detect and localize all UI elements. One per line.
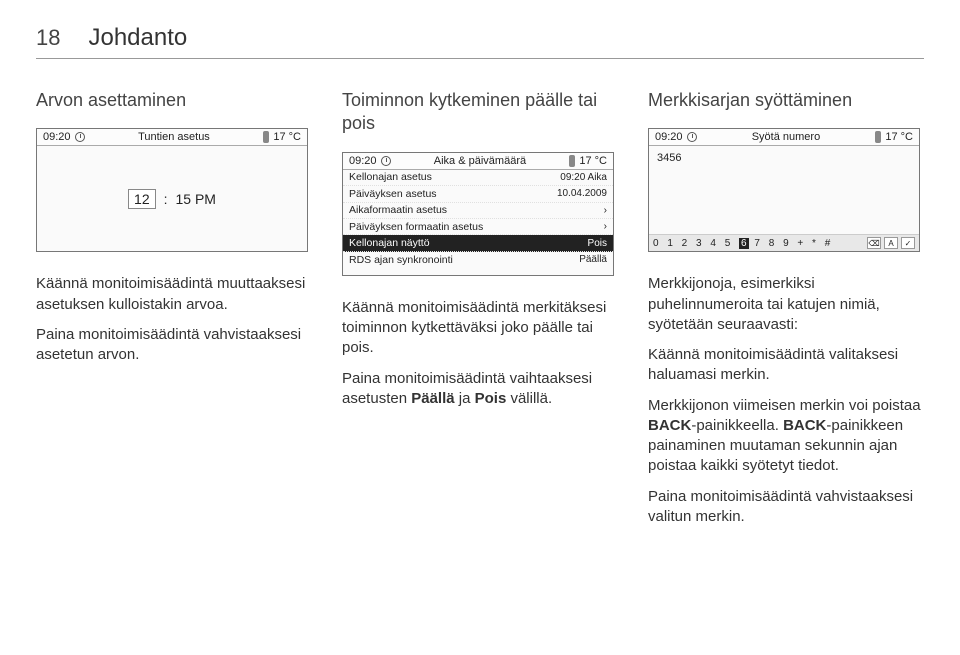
section-title: Johdanto (88, 24, 187, 52)
screen-title: Tuntien asetus (138, 131, 210, 143)
menu-row[interactable]: Kellonajan näyttö Pois (343, 235, 613, 251)
screen-title: Syötä numero (752, 131, 820, 143)
clock-time: 09:20 (43, 131, 71, 143)
abc-icon[interactable]: A (884, 237, 898, 249)
clock-time: 09:20 (349, 155, 377, 167)
clock-time: 09:20 (655, 131, 683, 143)
col1-para1: Käännä monitoimisäädintä muuttaaksesi as… (36, 274, 312, 315)
bold-back2: BACK (783, 417, 826, 434)
col2-para1: Käännä monitoimisäädintä merkitäksesi to… (342, 298, 618, 359)
temperature: 17 °C (579, 155, 607, 167)
screen-header: 09:20 Syötä numero 17 °C (649, 129, 919, 146)
col3-para3: Merkkijonon viimeisen merkin voi poistaa… (648, 396, 924, 477)
col3-para4: Paina monitoimisäädintä vahvistaaksesi v… (648, 487, 924, 528)
time-colon: : (164, 191, 168, 207)
digits-right[interactable]: 7 8 9 + * # (754, 238, 833, 249)
menu-list: Kellonajan asetus 09:20 Aika Päiväyksen as… (343, 170, 613, 275)
col1-para2: Paina monitoimisäädintä vahvistaaksesi a… (36, 325, 312, 366)
menu-row[interactable]: Päiväyksen formaatin asetus › (343, 219, 613, 235)
menu-row-label: Päiväyksen formaatin asetus (349, 221, 483, 233)
digits-left[interactable]: 0 1 2 3 4 5 (653, 238, 733, 249)
screen-menu: 09:20 Aika & päivämäärä 17 °C Kellonajan… (342, 152, 614, 276)
hours-field[interactable]: 12 (128, 189, 156, 209)
screen-header: 09:20 Aika & päivämäärä 17 °C (343, 153, 613, 170)
menu-row-value: › (604, 221, 607, 232)
minutes-pm: 15 PM (176, 191, 216, 207)
digit-row[interactable]: 0 1 2 3 4 5 6 7 8 9 + * # (653, 238, 833, 249)
column-1: Arvon asettaminen 09:20 Tuntien asetus 1… (36, 89, 312, 537)
menu-row[interactable]: Aikaformaatin asetus › (343, 203, 613, 219)
thermometer-icon (875, 131, 881, 143)
menu-row-label: Aikaformaatin asetus (349, 204, 447, 216)
bold-back: BACK (648, 417, 691, 434)
bold-off: Pois (475, 390, 507, 407)
digit-highlight[interactable]: 6 (739, 238, 749, 249)
menu-row-value: 10.04.2009 (557, 188, 607, 199)
backspace-icon[interactable]: ⌫ (867, 237, 881, 249)
entered-number: 3456 (649, 146, 919, 164)
time-setting-row: 12 : 15 PM (37, 146, 307, 251)
page-number: 18 (36, 25, 60, 51)
menu-row-value: Päällä (579, 254, 607, 265)
menu-row[interactable]: RDS ajan synkronointi Päällä (343, 252, 613, 268)
col3-heading: Merkkisarjan syöttäminen (648, 89, 924, 112)
clock-icon (381, 156, 391, 166)
bold-on: Päällä (411, 390, 454, 407)
menu-row-value: › (604, 205, 607, 216)
header-rule (36, 58, 924, 59)
thermometer-icon (569, 155, 575, 167)
text-fragment: Merkkijonon viimeisen merkin voi poistaa (648, 397, 921, 414)
ok-icon[interactable]: ✓ (901, 237, 915, 249)
screen-title: Aika & päivämäärä (434, 155, 526, 167)
clock-icon (687, 132, 697, 142)
col1-heading: Arvon asettaminen (36, 89, 312, 112)
digit-strip[interactable]: 0 1 2 3 4 5 6 7 8 9 + * # ⌫ A ✓ (649, 234, 919, 251)
screen-time-set: 09:20 Tuntien asetus 17 °C 12 : 15 PM (36, 128, 308, 252)
menu-row-value: 09:20 Aika (560, 172, 607, 183)
thermometer-icon (263, 131, 269, 143)
col2-heading: Toiminnon kytkeminen päälle tai pois (342, 89, 618, 136)
col3-para2: Käännä monitoimisäädintä valitaksesi hal… (648, 345, 924, 386)
screen-header: 09:20 Tuntien asetus 17 °C (37, 129, 307, 146)
clock-icon (75, 132, 85, 142)
col3-para1: Merkkijonoja, esimerkiksi puhelinnumeroi… (648, 274, 924, 335)
text-fragment: ja (455, 390, 475, 407)
menu-row[interactable]: Kellonajan asetus 09:20 Aika (343, 170, 613, 186)
menu-row[interactable]: Päiväyksen asetus 10.04.2009 (343, 186, 613, 202)
menu-row-label: RDS ajan synkronointi (349, 254, 453, 266)
menu-row-label: Kellonajan näyttö (349, 237, 430, 249)
temperature: 17 °C (885, 131, 913, 143)
screen-number-entry: 09:20 Syötä numero 17 °C 3456 0 1 2 3 4 … (648, 128, 920, 252)
column-2: Toiminnon kytkeminen päälle tai pois 09:… (342, 89, 618, 537)
col2-para2: Paina monitoimisäädintä vaihtaaksesi ase… (342, 369, 618, 410)
text-fragment: välillä. (506, 390, 552, 407)
menu-row-label: Päiväyksen asetus (349, 188, 437, 200)
columns: Arvon asettaminen 09:20 Tuntien asetus 1… (36, 89, 924, 537)
temperature: 17 °C (273, 131, 301, 143)
column-3: Merkkisarjan syöttäminen 09:20 Syötä num… (648, 89, 924, 537)
menu-row-value: Pois (588, 238, 607, 249)
text-fragment: -painikkeella. (691, 417, 783, 434)
menu-row-label: Kellonajan asetus (349, 171, 432, 183)
